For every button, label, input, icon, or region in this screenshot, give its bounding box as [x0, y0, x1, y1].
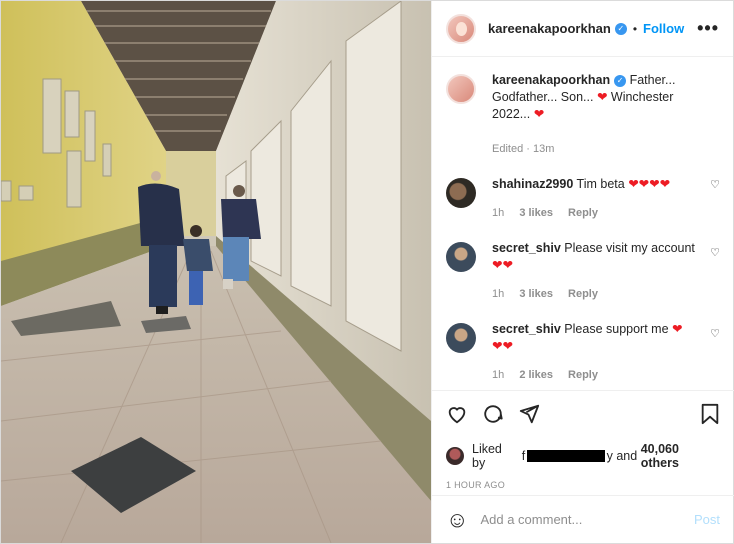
bookmark-icon[interactable] — [700, 403, 720, 430]
more-options-icon[interactable]: ••• — [697, 18, 719, 39]
redacted-name — [527, 450, 605, 462]
comment-text: Tim beta — [576, 177, 625, 191]
comment-item: secret_shiv Please support me ❤ ❤❤ 1h 2 … — [432, 303, 734, 384]
like-comment-icon[interactable]: ♡ — [710, 327, 720, 340]
comment-time: 1h — [492, 207, 505, 219]
add-comment-bar: ☺ Post — [432, 495, 734, 543]
post-modal: kareenakapoorkhan ✓ • Follow ••• kareena… — [0, 0, 734, 544]
emoji-icon[interactable]: ☺ — [446, 507, 468, 533]
comment-text: Please visit my account — [564, 241, 695, 255]
heart-emoji: ❤ — [596, 90, 608, 104]
author-username[interactable]: kareenakapoorkhan — [488, 21, 611, 36]
comment-text: Please support me — [564, 322, 669, 336]
share-icon[interactable] — [518, 403, 540, 430]
avatar[interactable] — [446, 13, 476, 44]
verified-icon: ✓ — [614, 74, 627, 87]
comment-time: 1h — [492, 288, 505, 300]
reply-button[interactable]: Reply — [568, 207, 598, 219]
avatar[interactable] — [446, 74, 476, 104]
liked-by-label: Liked by — [472, 442, 502, 470]
comment-item: secret_shiv Please visit my account ❤❤ 1… — [432, 222, 734, 303]
comment-likes[interactable]: 3 likes — [519, 207, 553, 219]
heart-emoji: ❤ — [533, 107, 545, 121]
edited-time: Edited · 13m — [492, 143, 555, 155]
post-button[interactable]: Post — [694, 512, 720, 527]
post-side-panel: kareenakapoorkhan ✓ • Follow ••• kareena… — [431, 1, 734, 543]
avatar[interactable] — [446, 178, 476, 208]
comment-icon[interactable] — [482, 403, 504, 430]
comment-username[interactable]: shahinaz2990 — [492, 177, 573, 191]
liker-name-start[interactable]: f — [522, 449, 525, 463]
like-comment-icon[interactable]: ♡ — [710, 246, 720, 259]
and-label: and — [616, 449, 638, 463]
heart-emojis: ❤❤ — [492, 339, 513, 353]
caption: kareenakapoorkhan ✓ Father... Godfather..… — [432, 58, 734, 158]
heart-emojis: ❤❤ — [492, 258, 513, 272]
post-header: kareenakapoorkhan ✓ • Follow ••• — [432, 1, 733, 57]
comment-input[interactable] — [480, 512, 681, 527]
comment-username[interactable]: secret_shiv — [492, 241, 561, 255]
heart-emojis: ❤❤❤❤ — [628, 177, 671, 191]
comment-likes[interactable]: 3 likes — [519, 288, 553, 300]
avatar[interactable] — [446, 447, 464, 465]
cloister-photo — [1, 1, 431, 543]
like-comment-icon[interactable]: ♡ — [710, 178, 720, 191]
avatar[interactable] — [446, 323, 476, 353]
post-time: 1 HOUR AGO — [446, 480, 506, 490]
comment-item: shahinaz2990 Tim beta ❤❤❤❤ 1h 3 likes Re… — [432, 158, 734, 222]
others-count[interactable]: 40,060 others — [641, 442, 720, 470]
heart-icon[interactable] — [446, 403, 468, 430]
liker-name-end[interactable]: y — [607, 449, 613, 463]
comments-list[interactable]: kareenakapoorkhan ✓ Father... Godfather..… — [432, 58, 734, 390]
follow-button[interactable]: Follow — [643, 21, 684, 36]
avatar[interactable] — [446, 242, 476, 272]
heart-emoji: ❤ — [672, 322, 683, 336]
reply-button[interactable]: Reply — [568, 288, 598, 300]
caption-username[interactable]: kareenakapoorkhan — [492, 73, 610, 87]
verified-icon: ✓ — [614, 22, 627, 35]
reply-button[interactable]: Reply — [568, 369, 598, 381]
likes-summary: Liked by f y and 40,060 others — [432, 430, 734, 470]
separator-dot: • — [632, 21, 638, 36]
comment-username[interactable]: secret_shiv — [492, 322, 561, 336]
comment-likes[interactable]: 2 likes — [519, 369, 553, 381]
comment-time: 1h — [492, 369, 505, 381]
post-photo[interactable] — [1, 1, 431, 543]
